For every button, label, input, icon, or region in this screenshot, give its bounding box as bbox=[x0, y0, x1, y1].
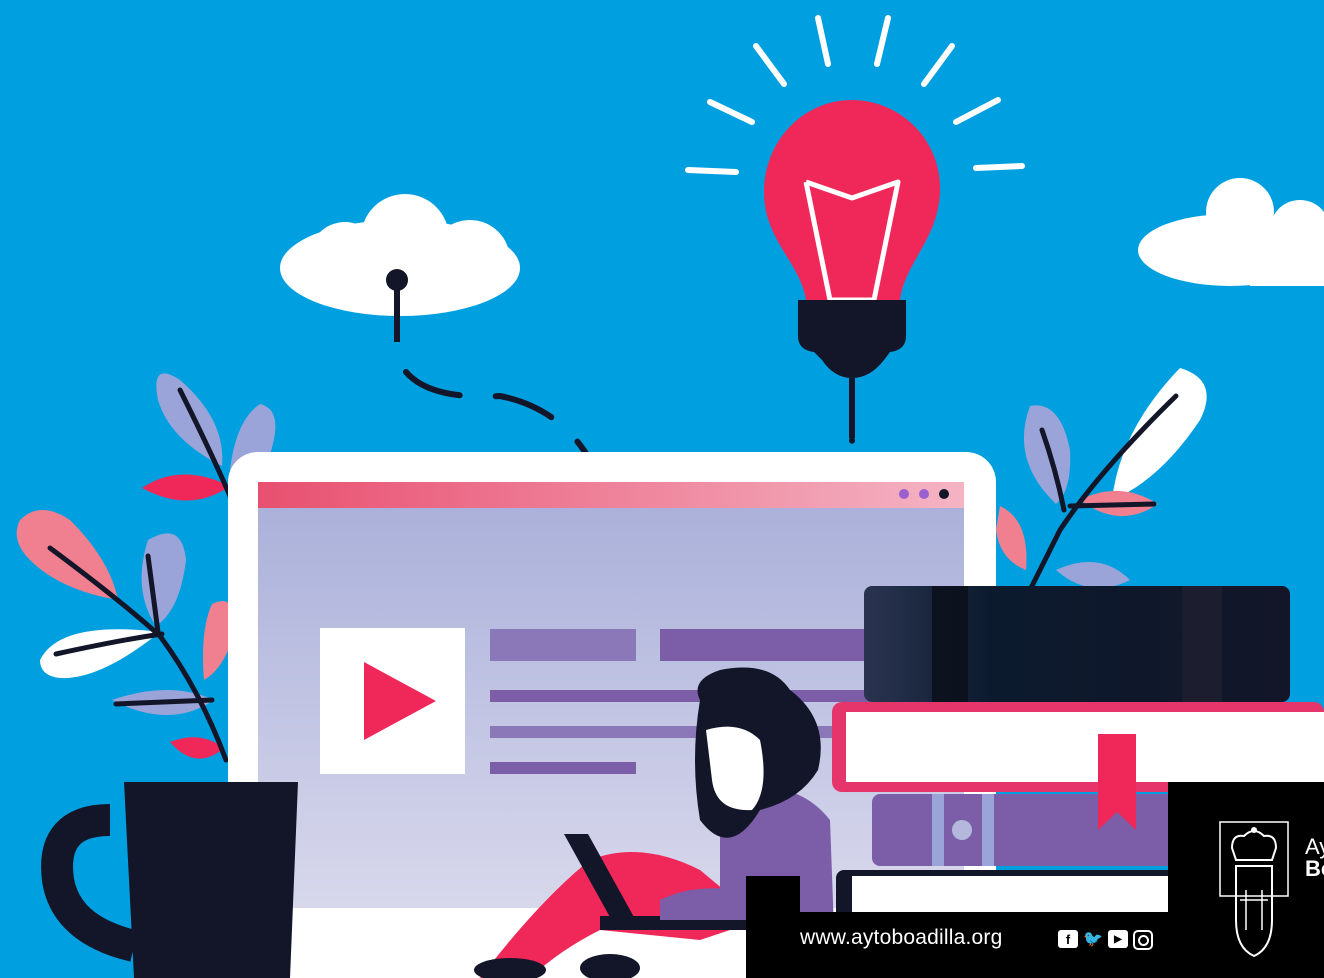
mug bbox=[41, 782, 298, 978]
plant-right bbox=[996, 368, 1207, 593]
facebook-icon[interactable]: f bbox=[1058, 930, 1078, 948]
twitter-icon[interactable]: 🐦 bbox=[1083, 930, 1103, 948]
logo-text: Ay Bo bbox=[1305, 836, 1324, 880]
lightbulb-icon bbox=[764, 100, 941, 438]
instagram-icon[interactable] bbox=[1133, 930, 1153, 950]
website-link[interactable]: www.aytoboadilla.org bbox=[800, 926, 1002, 950]
footer-notch bbox=[746, 876, 800, 916]
social-links: f 🐦 ▶ bbox=[1058, 930, 1153, 950]
coat-of-arms-icon bbox=[1219, 821, 1289, 958]
cloud-right bbox=[1138, 178, 1324, 286]
youtube-icon[interactable]: ▶ bbox=[1108, 930, 1128, 948]
illustration bbox=[16, 15, 1324, 978]
